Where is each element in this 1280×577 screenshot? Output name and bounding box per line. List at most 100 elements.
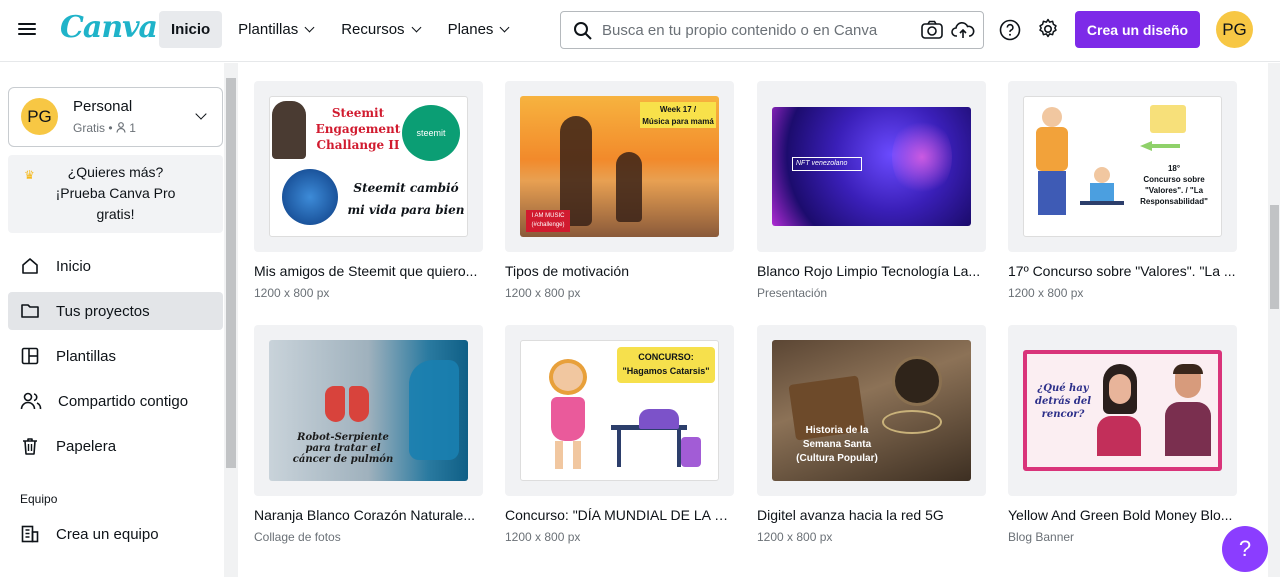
top-bar: Canva Inicio Plantillas Recursos Planes … — [0, 0, 1280, 62]
create-team-label: Crea un equipo — [56, 525, 159, 543]
nav-plantillas-label: Plantillas — [238, 21, 299, 38]
project-card[interactable]: Steemit Engagement Challange II steemit … — [254, 81, 483, 300]
project-title[interactable]: Blanco Rojo Limpio Tecnología La... — [757, 263, 986, 279]
building-icon — [21, 525, 39, 543]
design-preview-pulmon: Robot-Serpiente para tratar el cáncer de… — [269, 340, 468, 481]
project-card[interactable]: NFT venezolano Blanco Rojo Limpio Tecnol… — [757, 81, 986, 300]
search-icon — [574, 22, 592, 40]
team-switcher[interactable]: PG Personal Gratis • 1 — [8, 87, 223, 147]
search-placeholder: Busca en tu propio contenido o en Canva — [602, 22, 878, 39]
project-meta: Blog Banner — [1008, 530, 1075, 544]
project-thumbnail[interactable]: Historia de la Semana Santa (Cultura Pop… — [757, 325, 986, 496]
thumb-text: Challange II — [316, 138, 400, 152]
nav-planes-label: Planes — [447, 21, 494, 38]
project-card[interactable]: ¿Qué hay detrás del rencor? Yellow And G… — [1008, 325, 1237, 544]
crying-girl-illustration — [543, 355, 593, 471]
thumb-text: para tratar el — [305, 443, 381, 454]
project-thumbnail[interactable]: Robot-Serpiente para tratar el cáncer de… — [254, 325, 483, 496]
project-title[interactable]: Yellow And Green Bold Money Blo... — [1008, 507, 1237, 523]
menu-icon[interactable] — [18, 20, 36, 38]
sad-person-illustration — [639, 409, 679, 429]
thumb-text: ¿Qué hay — [1037, 383, 1089, 394]
arrow-illustration — [1140, 141, 1180, 151]
sidebar-item-label: Compartido contigo — [58, 392, 189, 410]
search-input[interactable]: Busca en tu propio contenido o en Canva — [560, 11, 984, 49]
project-thumbnail[interactable]: Week 17 / Música para mamá I AM MUSIC (#… — [505, 81, 734, 252]
thumb-text: Concurso sobre — [1143, 175, 1205, 184]
sidebar-item-plantillas[interactable]: Plantillas — [8, 337, 223, 375]
child-silhouette-image — [616, 152, 642, 222]
project-meta: Collage de fotos — [254, 530, 341, 544]
lungs-illustration — [325, 380, 369, 424]
help-icon[interactable] — [999, 19, 1021, 41]
project-title[interactable]: 17º Concurso sobre "Valores". "La ... — [1008, 263, 1237, 279]
project-thumbnail[interactable]: CONCURSO: "Hagamos Catarsis" — [505, 325, 734, 496]
crown-icon: ♛ — [24, 168, 35, 182]
main-scrollbar[interactable] — [1268, 63, 1280, 577]
section-label-equipo: Equipo — [20, 492, 58, 506]
sidebar-item-compartido[interactable]: Compartido contigo — [8, 382, 223, 420]
thumb-text: detrás del — [1035, 396, 1091, 407]
canva-logo[interactable]: Canva — [60, 10, 158, 45]
folder-icon — [21, 304, 39, 318]
thumb-text: Responsabilidad" — [1140, 197, 1208, 206]
project-title[interactable]: Mis amigos de Steemit que quiero... — [254, 263, 483, 279]
project-thumbnail[interactable]: ¿Qué hay detrás del rencor? — [1008, 325, 1237, 496]
design-preview-rencor: ¿Qué hay detrás del rencor? — [1023, 350, 1222, 471]
thumb-text: Historia de la — [805, 425, 869, 436]
team-members: 1 — [129, 121, 136, 135]
desk-leg — [617, 429, 621, 467]
sidebar-item-papelera[interactable]: Papelera — [8, 427, 223, 465]
thumb-text: mi vida para bien — [347, 203, 465, 217]
upload-cloud-icon[interactable] — [951, 20, 975, 40]
glow-decoration — [892, 117, 952, 197]
nav-planes[interactable]: Planes — [436, 11, 521, 48]
thumb-text: steemit — [416, 128, 446, 138]
project-meta: 1200 x 800 px — [757, 530, 833, 544]
team-plan: Gratis • 1 — [73, 121, 136, 135]
project-thumbnail[interactable]: NFT venezolano — [757, 81, 986, 252]
main-scrollbar-thumb[interactable] — [1270, 205, 1279, 309]
chevron-down-icon — [195, 108, 207, 120]
project-card[interactable]: Robot-Serpiente para tratar el cáncer de… — [254, 325, 483, 544]
project-card[interactable]: CONCURSO: "Hagamos Catarsis" Concurso: "… — [505, 325, 734, 544]
project-card[interactable]: 18° Concurso sobre "Valores". / "La Resp… — [1008, 81, 1237, 300]
thumb-text: (#challenge) — [531, 222, 565, 228]
create-design-button[interactable]: Crea un diseño — [1075, 11, 1200, 48]
project-card[interactable]: Week 17 / Música para mamá I AM MUSIC (#… — [505, 81, 734, 300]
nav-recursos[interactable]: Recursos — [329, 11, 431, 48]
project-title[interactable]: Naranja Blanco Corazón Naturale... — [254, 507, 483, 523]
thumb-text: I AM MUSIC — [531, 213, 565, 219]
nav-plantillas[interactable]: Plantillas — [226, 11, 325, 48]
team-avatar: PG — [21, 98, 58, 135]
gear-icon[interactable] — [1037, 18, 1059, 40]
sidebar-scrollbar-thumb[interactable] — [226, 78, 236, 468]
teacher-illustration — [1032, 107, 1072, 219]
camera-search-icon[interactable] — [921, 20, 943, 40]
pro-promo[interactable]: ♛ ¿Quieres más? ¡Prueba Canva Pro gratis… — [8, 155, 223, 233]
project-title[interactable]: Digitel avanza hacia la red 5G — [757, 507, 986, 523]
thumb-text: CONCURSO: — [638, 352, 694, 362]
project-meta: 1200 x 800 px — [1008, 286, 1084, 300]
project-title[interactable]: Concurso: "DÍA MUNDIAL DE LA S... — [505, 507, 734, 523]
sidebar-item-inicio[interactable]: Inicio — [8, 247, 223, 285]
design-preview-valores: 18° Concurso sobre "Valores". / "La Resp… — [1023, 96, 1222, 237]
project-title[interactable]: Tipos de motivación — [505, 263, 734, 279]
thumb-text: Steemit — [331, 106, 385, 120]
nav-inicio[interactable]: Inicio — [159, 11, 223, 48]
templates-icon — [21, 347, 39, 365]
create-team-button[interactable]: Crea un equipo — [8, 515, 223, 553]
help-button[interactable]: ? — [1222, 526, 1268, 572]
avatar[interactable]: PG — [1216, 11, 1253, 48]
promo-line-1: ¿Quieres más? — [67, 164, 164, 180]
thumb-text: NFT venezolano — [792, 157, 862, 171]
sidebar-item-tus-proyectos[interactable]: Tus proyectos — [8, 292, 223, 330]
project-card[interactable]: Historia de la Semana Santa (Cultura Pop… — [757, 325, 986, 544]
project-thumbnail[interactable]: Steemit Engagement Challange II steemit … — [254, 81, 483, 252]
thumb-text: Engagement — [315, 122, 401, 136]
project-thumbnail[interactable]: 18° Concurso sobre "Valores". / "La Resp… — [1008, 81, 1237, 252]
thumb-text: cáncer de pulmón — [292, 454, 394, 465]
thumb-text: "Valores". / "La — [1144, 186, 1204, 195]
thumb-text: rencor? — [1041, 409, 1085, 420]
thumb-text: 18° — [1167, 164, 1181, 173]
